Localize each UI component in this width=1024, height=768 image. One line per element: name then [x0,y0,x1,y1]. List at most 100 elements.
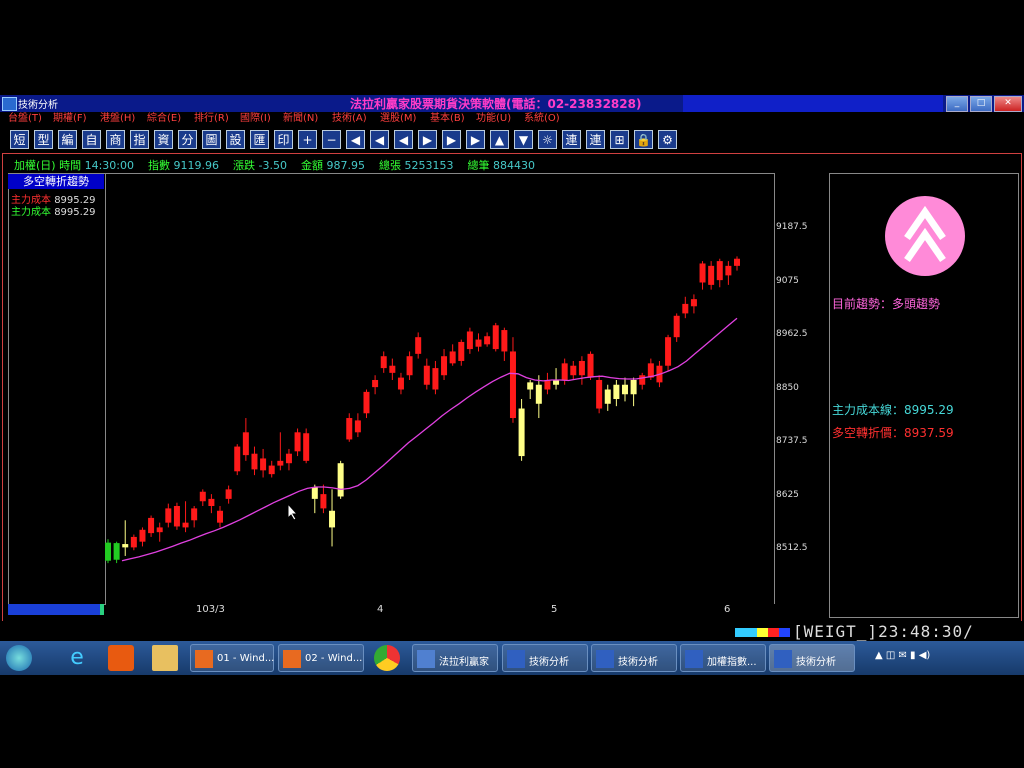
restore-button[interactable]: □ [970,96,992,112]
task-window-2[interactable]: 02 - Wind... [278,644,364,672]
menu-intl[interactable]: 國際(I) [240,112,271,126]
task-tech-3[interactable]: 技術分析 [769,644,855,672]
app-title: 法拉利贏家股票期貨決策軟體(電話：02-23832828) [350,97,642,111]
candle-body [475,339,482,347]
menu-rank[interactable]: 排行(R) [194,112,229,126]
toolbar-button-10[interactable]: 匯 [250,130,269,149]
task-tech-1[interactable]: 技術分析 [502,644,588,672]
minimize-button[interactable]: _ [946,96,968,112]
menu-tech[interactable]: 技術(A) [332,112,367,126]
toolbar-button-16[interactable]: ◀ [394,130,413,149]
close-button[interactable]: ✕ [994,96,1022,112]
candle-body [139,529,146,542]
toolbar-button-25[interactable]: ⊞ [610,130,629,149]
toolbar-button-1[interactable]: 型 [34,130,53,149]
toolbar-button-4[interactable]: 商 [106,130,125,149]
menu-composite[interactable]: 綜合(E) [147,112,181,126]
candle-body [630,379,637,395]
toolbar-button-3[interactable]: 自 [82,130,101,149]
menu-futures[interactable]: 期權(F) [53,112,87,126]
task-weighted-index[interactable]: 加權指數... [680,644,766,672]
candle-body [587,353,594,378]
x-tick: 6 [724,604,731,615]
toolbar-button-0[interactable]: 短 [10,130,29,149]
toolbar-button-2[interactable]: 編 [58,130,77,149]
toolbar-button-15[interactable]: ◀ [370,130,389,149]
indicator-cyan [746,628,757,637]
candle-body [260,458,267,471]
toolbar-button-17[interactable]: ▶ [418,130,437,149]
folder-icon[interactable] [152,645,178,671]
candle-body [432,368,439,390]
toolbar-button-9[interactable]: 設 [226,130,245,149]
candle-body [311,486,318,499]
scroll-thumb[interactable] [100,604,104,615]
legend-title[interactable]: 多空轉折趨勢 [8,174,104,189]
toolbar-button-6[interactable]: 資 [154,130,173,149]
chart-area[interactable] [104,173,775,604]
info-index-value: 9119.96 [173,159,220,172]
info-name: 加權(日) [14,159,56,172]
candle-body [665,337,672,366]
menu-system[interactable]: 系統(O) [524,112,560,126]
candle-body [277,460,284,466]
candle-body [191,508,198,521]
menu-taipan[interactable]: 台盤(T) [8,112,42,126]
toolbar-button-22[interactable]: ☼ [538,130,557,149]
toolbar-button-8[interactable]: 圖 [202,130,221,149]
chart-icon [596,650,614,668]
candle-body [501,330,508,352]
toolbar-button-11[interactable]: 印 [274,130,293,149]
candle-body [380,356,387,369]
toolbar-button-13[interactable]: − [322,130,341,149]
menu-basic[interactable]: 基本(B) [430,112,465,126]
candle-body [578,360,585,376]
task-label: 法拉利贏家 [439,657,489,668]
task-label: 技術分析 [796,657,836,668]
candle-body [647,363,654,378]
task-tech-2[interactable]: 技術分析 [591,644,677,672]
toolbar-button-20[interactable]: ▲ [490,130,509,149]
candle-body [372,379,379,388]
task-label: 02 - Wind... [305,653,363,664]
indicator-blue [779,628,790,637]
start-button[interactable] [6,645,32,671]
app-icon [417,650,435,668]
candle-body [690,299,697,307]
y-tick: 9187.5 [776,222,808,232]
task-ferrari[interactable]: 法拉利贏家 [412,644,498,672]
candle-body [708,265,715,285]
toolbar-button-23[interactable]: 連 [562,130,581,149]
toolbar-button-21[interactable]: ▼ [514,130,533,149]
candle-body [363,391,370,414]
menu-select[interactable]: 選股(M) [380,112,416,126]
ie-icon[interactable]: e [64,645,90,671]
legend-row: 主力成本 8995.29 [11,203,96,218]
toolbar-button-7[interactable]: 分 [178,130,197,149]
toolbar-button-26[interactable]: 🔒 [634,130,653,149]
toolbar-button-24[interactable]: 連 [586,130,605,149]
candle-body [182,522,189,528]
toolbar-button-18[interactable]: ▶ [442,130,461,149]
scroll-track[interactable] [8,604,100,615]
toolbar-button-14[interactable]: ◀ [346,130,365,149]
task-label: 技術分析 [618,657,658,668]
media-player-icon[interactable] [108,645,134,671]
toolbar-button-27[interactable]: ⚙ [658,130,677,149]
info-time-value: 14:30:00 [84,159,134,172]
candle-body [199,491,206,502]
candle-body [527,382,534,390]
candlestick-chart[interactable] [104,174,774,604]
system-tray[interactable]: ▲ ◫ ✉ ▮ ◀) [875,650,930,661]
candle-body [673,315,680,338]
info-amount-value: 987.95 [326,159,365,172]
task-window-1[interactable]: 01 - Wind... [190,644,274,672]
menu-function[interactable]: 功能(U) [476,112,511,126]
menu-news[interactable]: 新聞(N) [283,112,318,126]
menu-hk[interactable]: 港盤(H) [100,112,135,126]
indicator-red [768,628,779,637]
chrome-icon[interactable] [374,645,400,671]
toolbar-button-19[interactable]: ▶ [466,130,485,149]
toolbar-button-5[interactable]: 指 [130,130,149,149]
toolbar-button-12[interactable]: + [298,130,317,149]
